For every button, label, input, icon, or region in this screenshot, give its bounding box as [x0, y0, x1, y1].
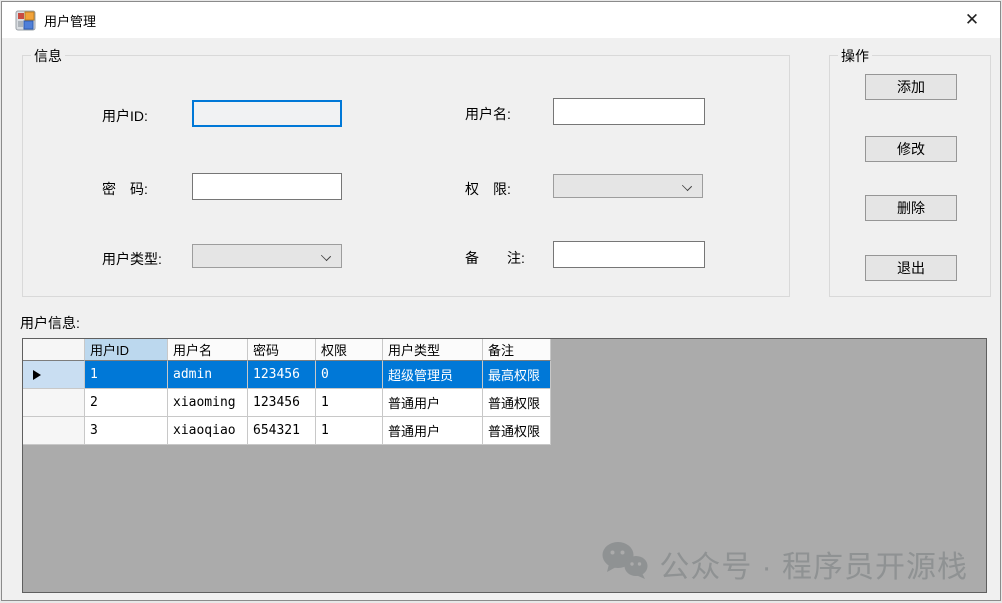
window-title: 用户管理 [44, 11, 96, 30]
grid-header-row: 用户ID用户名密码权限用户类型备注 [23, 339, 986, 361]
user-id-label: 用户ID: [102, 106, 148, 126]
grid-column-header-4[interactable]: 权限 [316, 339, 383, 361]
ops-groupbox: 操作 添加 修改 删除 退出 [829, 55, 991, 297]
grid-cell[interactable]: 普通用户 [383, 417, 483, 445]
grid-cell[interactable]: xiaoqiao [168, 417, 248, 445]
grid-cell[interactable]: 普通权限 [483, 417, 551, 445]
user-type-label: 用户类型: [102, 249, 162, 269]
remark-label: 备 注: [465, 248, 525, 268]
delete-button[interactable]: 删除 [865, 195, 957, 221]
grid-data-row[interactable]: 3xiaoqiao6543211普通用户普通权限 [23, 417, 986, 445]
watermark: 公众号 · 程序员开源栈 [601, 540, 968, 588]
grid-column-header-3[interactable]: 密码 [248, 339, 316, 361]
close-button[interactable]: ✕ [958, 8, 986, 32]
grid-cell[interactable]: 超级管理员 [383, 361, 483, 389]
grid-cell[interactable]: 1 [316, 389, 383, 417]
user-type-dropdown[interactable] [192, 244, 342, 268]
permission-dropdown[interactable] [553, 174, 703, 198]
username-input[interactable] [553, 98, 705, 125]
username-label: 用户名: [465, 104, 511, 124]
grid-cell[interactable]: 0 [316, 361, 383, 389]
user-id-input[interactable] [192, 100, 342, 127]
grid-cell[interactable]: 最高权限 [483, 361, 551, 389]
grid-row-selector[interactable] [23, 417, 85, 445]
modify-button[interactable]: 修改 [865, 136, 957, 162]
ops-groupbox-title: 操作 [838, 46, 872, 66]
add-button[interactable]: 添加 [865, 74, 957, 100]
grid-cell[interactable]: 123456 [248, 361, 316, 389]
wechat-icon [601, 540, 649, 588]
remark-input[interactable] [553, 241, 705, 268]
grid-cell[interactable]: 654321 [248, 417, 316, 445]
permission-label: 权 限: [465, 179, 511, 199]
grid-cell[interactable]: xiaoming [168, 389, 248, 417]
info-groupbox-title: 信息 [31, 46, 65, 66]
grid-row-selector[interactable] [23, 361, 85, 389]
grid-cell[interactable]: admin [168, 361, 248, 389]
grid-cell[interactable]: 1 [85, 361, 168, 389]
grid-cell[interactable]: 3 [85, 417, 168, 445]
grid-cell[interactable]: 普通权限 [483, 389, 551, 417]
current-row-arrow-icon [33, 370, 41, 380]
grid-row-selector[interactable] [23, 389, 85, 417]
grid-data-row[interactable]: 1admin1234560超级管理员最高权限 [23, 361, 986, 389]
app-icon [15, 10, 36, 31]
password-label: 密 码: [102, 179, 148, 199]
grid-section-label: 用户信息: [20, 313, 80, 333]
grid-cell[interactable]: 1 [316, 417, 383, 445]
grid-column-header-1[interactable]: 用户ID [85, 339, 168, 361]
chevron-down-icon [682, 181, 692, 191]
chevron-down-icon [321, 251, 331, 261]
user-management-window: 用户管理 ✕ 信息 用户ID: 用户名: 密 码: 权 限: 用户类型: 备 注… [1, 1, 1001, 601]
password-input[interactable] [192, 173, 342, 200]
grid-column-header-6[interactable]: 备注 [483, 339, 551, 361]
grid-row-selector-header[interactable] [23, 339, 85, 361]
title-bar: 用户管理 ✕ [2, 2, 1000, 38]
exit-button[interactable]: 退出 [865, 255, 957, 281]
grid-cell[interactable]: 123456 [248, 389, 316, 417]
grid-cell[interactable]: 2 [85, 389, 168, 417]
grid-data-row[interactable]: 2xiaoming1234561普通用户普通权限 [23, 389, 986, 417]
watermark-text: 公众号 · 程序员开源栈 [659, 542, 968, 586]
grid-column-header-2[interactable]: 用户名 [168, 339, 248, 361]
grid-cell[interactable]: 普通用户 [383, 389, 483, 417]
grid-column-header-5[interactable]: 用户类型 [383, 339, 483, 361]
